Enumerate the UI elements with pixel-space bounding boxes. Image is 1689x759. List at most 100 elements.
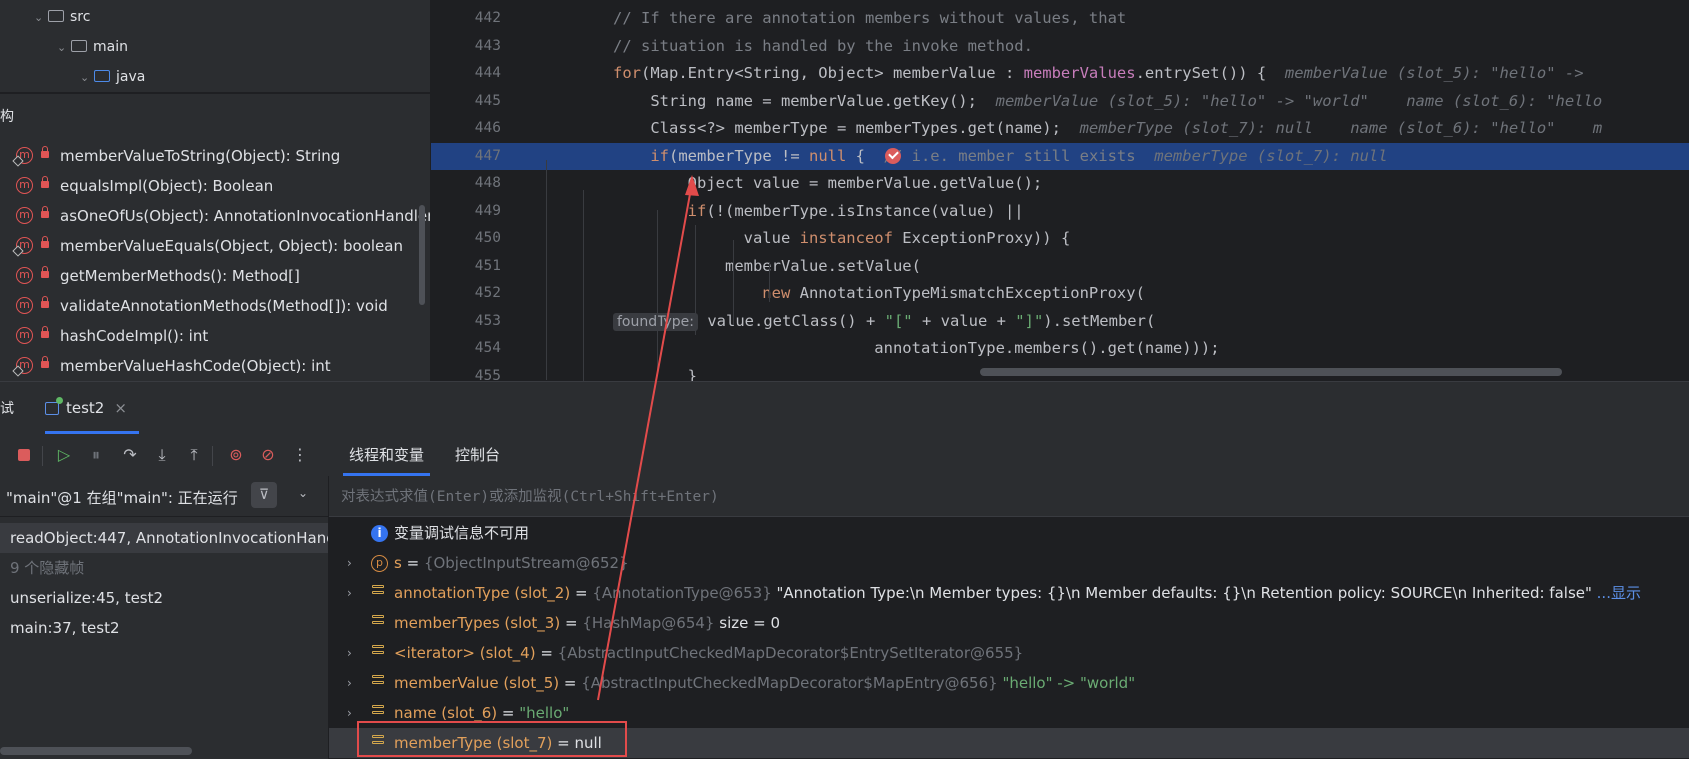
variable-row-annotationType[interactable]: › annotationType (slot_2) = {AnnotationT… [329, 578, 1689, 608]
line-number[interactable]: 444 [443, 60, 501, 87]
code-token: instanceof [799, 229, 893, 247]
tree-item-java[interactable]: ⌄ java [80, 63, 145, 91]
frames-horizontal-scrollbar[interactable] [0, 747, 192, 755]
code-line[interactable]: 453 foundType: value.getClass() + "[" + v… [431, 308, 1689, 335]
chevron-right-icon[interactable]: › [347, 698, 352, 728]
line-number[interactable]: 443 [443, 33, 501, 60]
step-into-icon[interactable]: ⤓ [150, 443, 174, 467]
code-line[interactable]: 443 // situation is handled by the invoke… [431, 33, 1689, 60]
code-token: null [808, 146, 847, 165]
code-line[interactable]: 448 Object value = memberValue.getValue(… [431, 170, 1689, 197]
line-number[interactable]: 454 [443, 335, 501, 362]
evaluate-bar [329, 476, 1689, 517]
code-token: if [613, 201, 707, 220]
code-token: } [613, 366, 697, 382]
editor-horizontal-scrollbar[interactable] [980, 368, 1562, 376]
resume-icon[interactable]: ▷ [52, 443, 76, 467]
code-line[interactable]: 451 memberValue.setValue( [431, 253, 1689, 280]
code-text: Class<?> memberType = memberTypes.get(na… [613, 115, 1602, 142]
method-icon: m [16, 327, 33, 344]
code-editor[interactable]: 442 // If there are annotation members wi… [431, 0, 1689, 381]
lock-icon [41, 326, 49, 338]
more-options-icon[interactable]: ⋮ [288, 443, 312, 467]
line-number[interactable]: 445 [443, 88, 501, 115]
frame-row-unserialize[interactable]: unserialize:45, test2 [0, 583, 328, 613]
chevron-down-icon[interactable]: ⌄ [298, 486, 308, 500]
frames-pane: "main"@1 在组"main": 正在运行 ⊽ ⌄ readObject:4… [0, 476, 329, 759]
code-token: { [846, 146, 884, 165]
chevron-right-icon[interactable]: › [347, 638, 352, 668]
code-line[interactable]: 454 annotationType.members().get(name)))… [431, 335, 1689, 362]
code-line[interactable]: 450 value instanceof ExceptionProxy)) { [431, 225, 1689, 252]
method-icon: m [16, 177, 33, 194]
code-token: foundType: [613, 312, 698, 331]
line-number[interactable]: 451 [443, 253, 501, 280]
code-line[interactable]: 442 // If there are annotation members wi… [431, 5, 1689, 32]
code-line[interactable]: 447 if(memberType != null { // i.e. memb… [431, 142, 1689, 170]
code-line[interactable]: 452 new AnnotationTypeMismatchExceptionP… [431, 280, 1689, 307]
code-line[interactable]: 449 if(!(memberType.isInstance(value) || [431, 198, 1689, 225]
show-more-link[interactable]: ...显示 [1592, 584, 1641, 602]
code-token: new [613, 284, 791, 302]
line-number[interactable]: 442 [443, 5, 501, 32]
frame-row-readObject[interactable]: readObject:447, AnnotationInvocationHand… [0, 523, 328, 553]
code-text: if(!(memberType.isInstance(value) || [613, 198, 1024, 225]
debug-session-tab[interactable]: test2 × [45, 390, 139, 434]
thread-selector[interactable]: "main"@1 在组"main": 正在运行 ⊽ ⌄ [0, 476, 328, 517]
view-breakpoints-icon[interactable]: ⊚ [224, 443, 248, 467]
variable-icon [372, 615, 384, 631]
code-line[interactable]: 444 for(Map.Entry<String, Object> memberV… [431, 60, 1689, 87]
frame-row-hidden[interactable]: 9 个隐藏帧 [0, 553, 328, 583]
line-number[interactable]: 452 [443, 280, 501, 307]
line-number[interactable]: 446 [443, 115, 501, 142]
variable-row-s[interactable]: › p s = {ObjectInputStream@652} [329, 548, 1689, 578]
line-number[interactable]: 453 [443, 308, 501, 335]
line-number[interactable]: 448 [443, 170, 501, 197]
code-token: if [613, 146, 669, 165]
step-out-icon[interactable]: ⤒ [182, 443, 206, 467]
code-line[interactable]: 445 String name = memberValue.getKey(); … [431, 88, 1689, 115]
indent-guide [583, 190, 584, 381]
structure-scrollbar[interactable] [419, 205, 425, 305]
method-icon: m [16, 297, 33, 314]
close-icon[interactable]: × [114, 390, 127, 426]
code-line[interactable]: 446 Class<?> memberType = memberTypes.ge… [431, 115, 1689, 142]
variables-pane: i 变量调试信息不可用 › p s = {ObjectInputStream@6… [329, 476, 1689, 759]
breakpoint-icon[interactable] [885, 148, 901, 164]
code-text: new AnnotationTypeMismatchExceptionProxy… [613, 280, 1145, 307]
evaluate-expression-input[interactable] [339, 484, 1243, 510]
chevron-down-icon: ⌄ [34, 11, 44, 24]
tree-item-main[interactable]: ⌄ main [57, 33, 128, 61]
code-token: // situation is handled by the invoke me… [613, 36, 1033, 55]
chevron-right-icon[interactable]: › [347, 668, 352, 698]
variable-row-memberValue[interactable]: › memberValue (slot_5) = {AbstractInputC… [329, 668, 1689, 698]
chevron-right-icon[interactable]: › [347, 548, 352, 578]
variable-icon [372, 645, 384, 661]
source-folder-icon [94, 70, 110, 82]
line-number[interactable]: 449 [443, 198, 501, 225]
variable-icon [372, 675, 384, 691]
lock-icon [41, 236, 49, 248]
indent-guide [546, 160, 547, 380]
code-token: // i.e. member still exists [883, 146, 1155, 165]
code-token: "[" [884, 311, 913, 330]
line-number[interactable]: 447 [443, 143, 501, 170]
step-over-icon[interactable]: ↷ [118, 443, 142, 467]
variable-row-memberTypes[interactable]: memberTypes (slot_3) = {HashMap@654} siz… [329, 608, 1689, 638]
stop-icon[interactable] [12, 443, 36, 467]
variable-row-iterator[interactable]: › <iterator> (slot_4) = {AbstractInputCh… [329, 638, 1689, 668]
tab-threads-and-variables[interactable]: 线程和变量 [342, 434, 431, 476]
filter-icon[interactable]: ⊽ [251, 482, 277, 508]
line-number[interactable]: 455 [443, 363, 501, 382]
tab-console[interactable]: 控制台 [455, 434, 500, 476]
code-token: memberValue.setValue( [613, 256, 921, 275]
mute-breakpoints-icon[interactable]: ⊘ [256, 443, 280, 467]
code-text: memberValue.setValue( [613, 253, 921, 280]
method-icon: m [12, 237, 33, 257]
pause-icon[interactable]: ⏸ [84, 443, 108, 467]
method-icon: m [16, 207, 33, 224]
chevron-right-icon[interactable]: › [347, 578, 352, 608]
frame-row-main[interactable]: main:37, test2 [0, 613, 328, 643]
line-number[interactable]: 450 [443, 225, 501, 252]
tree-item-src[interactable]: ⌄ src [34, 3, 90, 31]
